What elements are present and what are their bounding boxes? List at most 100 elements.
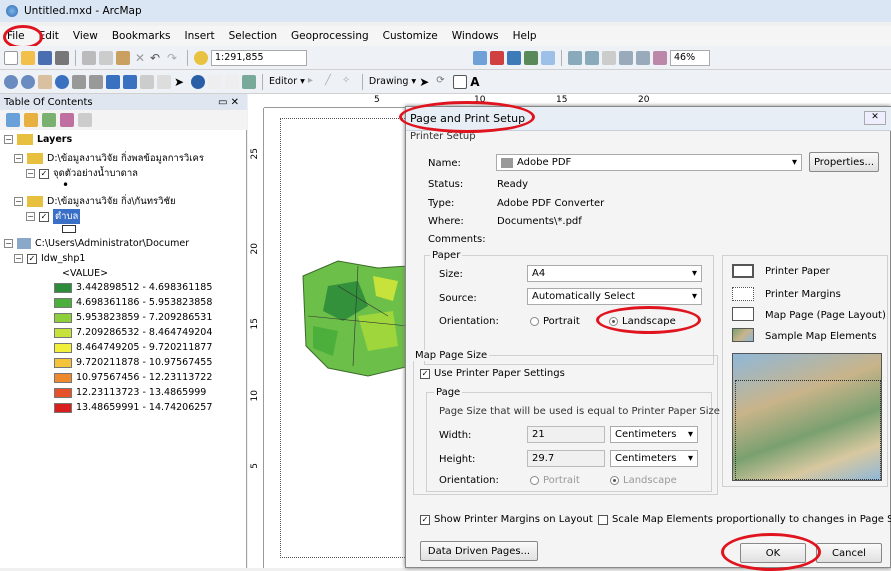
type-label: Type: xyxy=(428,198,455,209)
python-icon[interactable] xyxy=(507,50,521,65)
menu-help[interactable]: Help xyxy=(506,30,544,42)
legend-printer-margins: Printer Margins xyxy=(765,289,841,300)
class-label: 4.698361186 - 5.953823858 xyxy=(76,297,213,308)
standard-toolbar: ✕ ↶ ↷ 1:291,855 46% xyxy=(0,46,891,70)
class-label: 9.720211878 - 10.97567455 xyxy=(76,357,213,368)
pointer-icon[interactable]: ➤ xyxy=(419,75,433,89)
list-by-visibility-icon[interactable] xyxy=(42,113,56,127)
search-icon[interactable] xyxy=(541,50,555,65)
width-value: 21 xyxy=(532,429,545,440)
orientation-label: Orientation: xyxy=(439,316,499,327)
menu-geoprocessing[interactable]: Geoprocessing xyxy=(284,30,376,42)
pan-icon[interactable] xyxy=(38,74,52,89)
rotate-icon[interactable]: ⟳ xyxy=(436,75,450,89)
zoom-in-icon[interactable] xyxy=(4,74,18,89)
close-icon[interactable]: ✕ xyxy=(864,111,886,125)
clear-selection-icon[interactable] xyxy=(157,74,171,89)
full-page-icon[interactable] xyxy=(619,50,633,65)
drawing-menu[interactable]: Drawing ▾ xyxy=(369,76,416,87)
sample-map-symbol xyxy=(732,328,754,342)
modelbuilder-icon[interactable] xyxy=(524,50,538,65)
new-icon[interactable] xyxy=(4,50,18,65)
fixed-zoom-out-icon[interactable] xyxy=(89,74,103,89)
back-icon[interactable] xyxy=(106,74,120,89)
print-icon[interactable] xyxy=(55,50,69,65)
class-swatch xyxy=(54,327,72,338)
portrait-radio[interactable]: Portrait xyxy=(530,316,580,327)
group-node-1[interactable]: − D:\ข้อมูลงานวิจัย กิ่งพลข้อมูลการวิเคร xyxy=(14,151,204,166)
layer-tambon[interactable]: − ✓ ตำบล xyxy=(26,209,81,224)
data-driven-pages-button[interactable]: Data Driven Pages... xyxy=(420,541,538,561)
show-margins-checkbox[interactable]: ✓ Show Printer Margins on Layout xyxy=(420,514,593,525)
menu-customize[interactable]: Customize xyxy=(376,30,445,42)
menu-insert[interactable]: Insert xyxy=(178,30,222,42)
menu-windows[interactable]: Windows xyxy=(445,30,506,42)
list-by-drawing-order-icon[interactable] xyxy=(6,113,20,127)
pan-page-icon[interactable] xyxy=(602,50,616,65)
redo-icon[interactable]: ↷ xyxy=(167,51,181,65)
cancel-button[interactable]: Cancel xyxy=(816,543,882,563)
options-icon[interactable] xyxy=(78,113,92,127)
save-icon[interactable] xyxy=(38,50,52,65)
forward-icon[interactable] xyxy=(123,74,137,89)
portrait2-radio: Portrait xyxy=(530,475,580,486)
layer-visibility-checkbox[interactable]: ✓ xyxy=(27,253,37,264)
paper-source-select[interactable]: Automatically Select ▾ xyxy=(527,288,702,305)
fixed-zoom-in-icon[interactable] xyxy=(72,74,86,89)
editor-menu[interactable]: Editor ▾ xyxy=(269,76,305,87)
rectangle-icon[interactable] xyxy=(453,74,468,89)
layer-wells[interactable]: − ✓ จุดตัวอย่างน้ำบาดาล xyxy=(26,166,138,181)
layer-idw[interactable]: − ✓ Idw_shp1 xyxy=(14,253,85,264)
text-icon[interactable]: A xyxy=(470,75,484,89)
paper-size-select[interactable]: A4 ▾ xyxy=(527,265,702,282)
group-node-3[interactable]: − C:\Users\Administrator\Documer xyxy=(4,238,189,249)
zoom-percent-input[interactable]: 46% xyxy=(670,49,710,66)
back-extent-icon[interactable] xyxy=(653,50,667,65)
layer-visibility-checkbox[interactable]: ✓ xyxy=(39,168,49,179)
properties-button[interactable]: Properties... xyxy=(809,152,879,172)
undo-icon[interactable]: ↶ xyxy=(150,51,164,65)
menu-bookmarks[interactable]: Bookmarks xyxy=(105,30,178,42)
use-printer-checkbox[interactable]: ✓ Use Printer Paper Settings xyxy=(420,368,565,379)
layer-visibility-checkbox[interactable]: ✓ xyxy=(39,211,49,222)
printer-paper-symbol xyxy=(732,264,754,278)
find-icon[interactable] xyxy=(208,74,222,89)
scale-elements-checkbox[interactable]: Scale Map Elements proportionally to cha… xyxy=(598,514,891,525)
class-swatch xyxy=(54,297,72,308)
paste-icon[interactable] xyxy=(116,50,130,65)
delete-icon[interactable]: ✕ xyxy=(133,51,147,65)
fixed-zoom-icon[interactable] xyxy=(636,50,650,65)
class-label: 10.97567456 - 12.23113722 xyxy=(76,372,213,383)
list-by-selection-icon[interactable] xyxy=(60,113,74,127)
zoom-out-icon[interactable] xyxy=(21,74,35,89)
select-features-icon[interactable] xyxy=(140,74,154,89)
html-popup-icon[interactable] xyxy=(225,74,239,89)
menu-view[interactable]: View xyxy=(66,30,105,42)
cut-icon[interactable] xyxy=(82,50,96,65)
value-header: <VALUE> xyxy=(62,268,108,279)
list-by-source-icon[interactable] xyxy=(24,113,38,127)
full-extent-icon[interactable] xyxy=(55,74,69,89)
portrait-label: Portrait xyxy=(543,316,580,327)
scale-input[interactable]: 1:291,855 xyxy=(211,49,307,66)
open-icon[interactable] xyxy=(21,50,35,65)
copy-icon[interactable] xyxy=(99,50,113,65)
menu-selection[interactable]: Selection xyxy=(222,30,284,42)
printer-name-select[interactable]: Adobe PDF ▾ xyxy=(496,154,802,171)
paper-source-value: Automatically Select xyxy=(532,291,635,302)
zoom-in-page-icon[interactable] xyxy=(568,50,582,65)
zoom-out-page-icon[interactable] xyxy=(585,50,599,65)
highlight-landscape-ellipse xyxy=(596,306,701,334)
select-elements-icon[interactable]: ➤ xyxy=(174,75,188,89)
group-node-2[interactable]: − D:\ข้อมูลงานวิจัย กิ่ง\กันทรวิชัย xyxy=(14,194,176,209)
polygon-symbol xyxy=(62,225,76,233)
add-data-icon[interactable] xyxy=(194,50,208,65)
toc-pin-close[interactable]: ▭ ✕ xyxy=(218,97,239,108)
measure-icon[interactable] xyxy=(242,74,256,89)
layers-node[interactable]: − Layers xyxy=(4,134,72,145)
value-label: <VALUE> xyxy=(62,268,109,279)
arctoolbox-icon[interactable] xyxy=(490,50,504,65)
catalog-icon[interactable] xyxy=(473,50,487,65)
portrait2-label: Portrait xyxy=(543,475,580,486)
identify-icon[interactable] xyxy=(191,74,205,89)
